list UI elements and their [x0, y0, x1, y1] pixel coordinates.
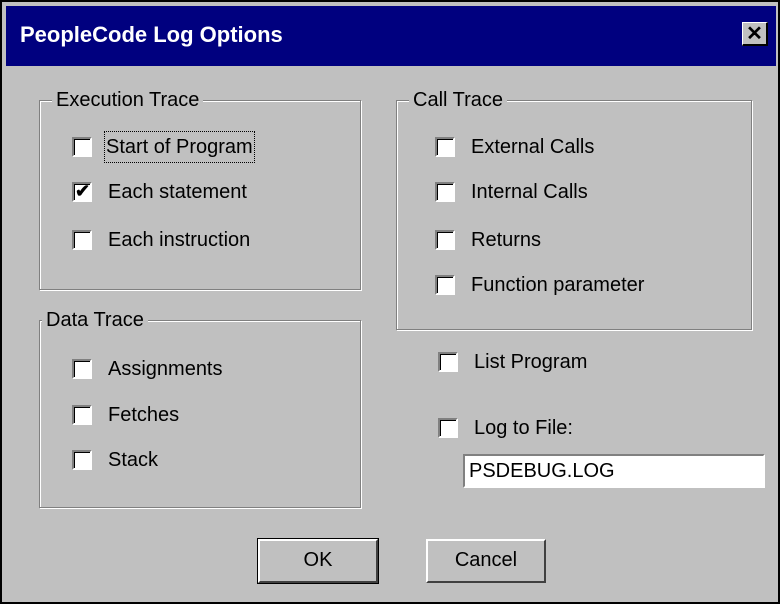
fetches-checkbox[interactable] [72, 405, 92, 425]
title-bar[interactable]: PeopleCode Log Options ✕ [6, 6, 776, 66]
external-calls-label: External Calls [471, 136, 595, 158]
assignments-label: Assignments [108, 358, 223, 380]
each-statement-checkbox[interactable]: ✔ [72, 181, 92, 202]
peoplecode-log-options-dialog: PeopleCode Log Options ✕ Execution Trace… [0, 0, 780, 604]
log-file-name-input[interactable] [463, 454, 765, 488]
fetches-label: Fetches [108, 404, 180, 426]
internal-calls-label: Internal Calls [471, 181, 588, 203]
log-to-file-label: Log to File: [474, 417, 573, 439]
cancel-button[interactable]: Cancel [426, 539, 546, 583]
external-calls-checkbox[interactable] [435, 137, 455, 157]
list-program-label: List Program [474, 351, 588, 373]
each-instruction-label: Each instruction [108, 229, 251, 251]
start-of-program-label: Start of Program [104, 131, 255, 163]
log-to-file-checkbox[interactable] [438, 418, 458, 438]
ok-button[interactable]: OK [257, 538, 379, 584]
stack-checkbox[interactable] [72, 450, 92, 470]
assignments-checkbox[interactable] [72, 359, 92, 379]
returns-checkbox[interactable] [435, 230, 455, 250]
function-parameter-checkbox[interactable] [435, 275, 455, 295]
close-button[interactable]: ✕ [742, 22, 768, 46]
dialog-title: PeopleCode Log Options [20, 22, 283, 47]
list-program-checkbox[interactable] [438, 352, 458, 372]
execution-trace-group: Execution Trace Start of Program ✔ Each … [39, 87, 361, 290]
data-trace-group: Data Trace Assignments Fetches Stack [39, 307, 361, 508]
each-statement-label: Each statement [108, 181, 247, 203]
function-parameter-label: Function parameter [471, 274, 645, 296]
data-trace-legend: Data Trace [42, 307, 148, 333]
execution-trace-legend: Execution Trace [52, 87, 204, 113]
check-icon: ✔ [75, 181, 91, 201]
internal-calls-checkbox[interactable] [435, 182, 455, 202]
returns-label: Returns [471, 229, 542, 251]
start-of-program-checkbox[interactable] [72, 137, 92, 157]
call-trace-legend: Call Trace [409, 87, 508, 113]
each-instruction-checkbox[interactable] [72, 230, 92, 250]
stack-label: Stack [108, 449, 159, 471]
close-icon: ✕ [746, 23, 763, 45]
call-trace-group: Call Trace External Calls Internal Calls… [396, 87, 752, 330]
